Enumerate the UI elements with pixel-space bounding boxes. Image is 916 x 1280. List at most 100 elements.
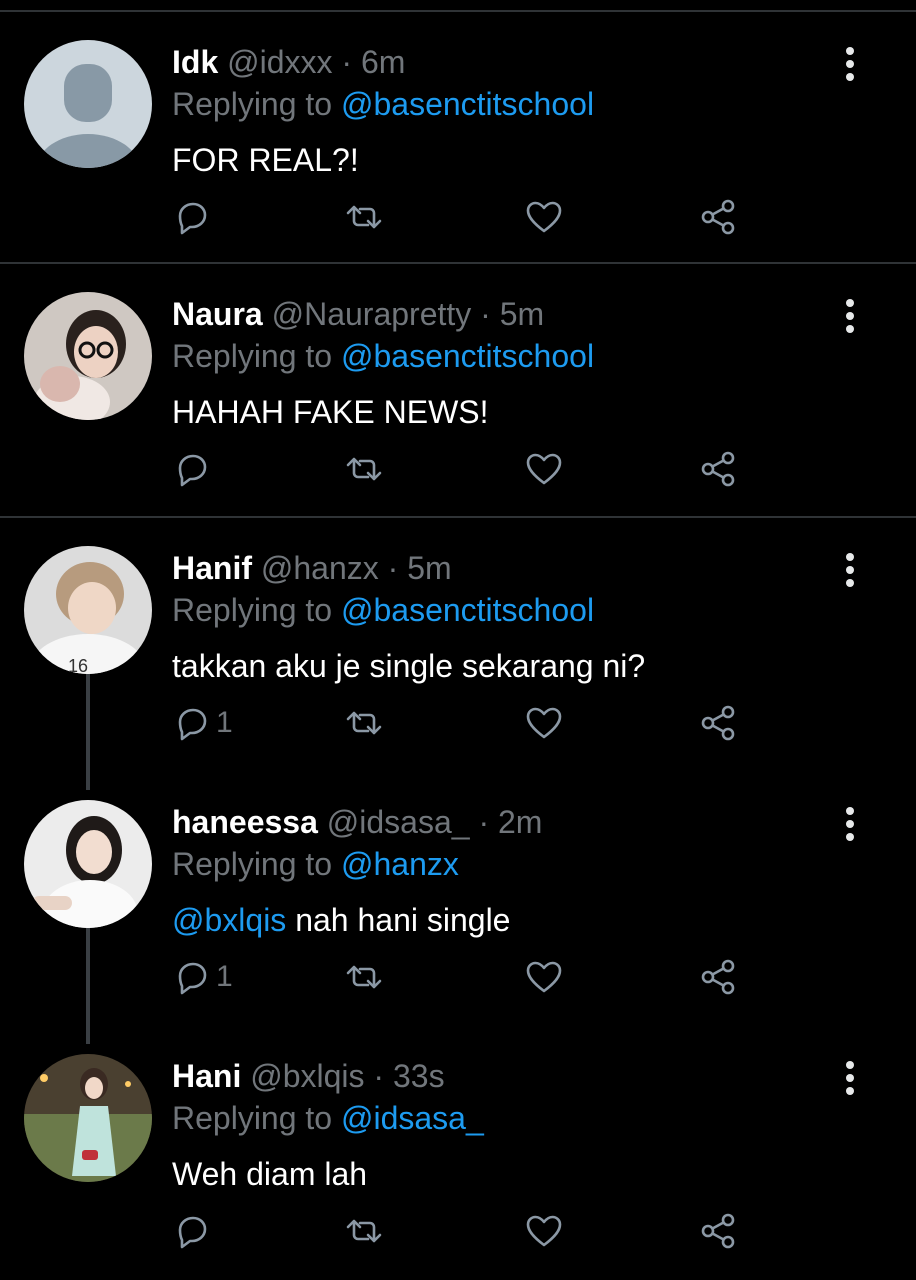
avatar[interactable] <box>24 1054 152 1182</box>
heart-icon <box>526 707 562 739</box>
replying-label: Replying to <box>172 592 333 628</box>
tweet-naura[interactable]: Naura @Naurapretty · 5m Replying to @bas… <box>0 264 916 518</box>
action-bar <box>172 444 772 494</box>
more-button[interactable] <box>836 46 864 82</box>
timestamp[interactable]: 6m <box>361 44 405 80</box>
tweet-hani[interactable]: Hani @bxlqis · 33s Replying to @idsasa_ … <box>0 1026 916 1280</box>
user-handle[interactable]: @idxxx <box>227 44 332 80</box>
replying-to-link[interactable]: @basenctitschool <box>341 338 594 374</box>
share-button[interactable] <box>698 698 738 748</box>
heart-icon <box>526 453 562 485</box>
timestamp[interactable]: 33s <box>393 1058 445 1094</box>
reply-button[interactable] <box>172 1206 216 1256</box>
action-bar <box>172 192 772 242</box>
tweet-text-content: takkan aku je single sekarang ni? <box>172 648 646 684</box>
replying-to-link[interactable]: @idsasa_ <box>341 1100 484 1136</box>
retweet-icon <box>346 965 382 989</box>
tweet-text: HAHAH FAKE NEWS! <box>172 390 489 434</box>
replying-label: Replying to <box>172 86 333 122</box>
timestamp[interactable]: 5m <box>407 550 451 586</box>
more-button[interactable] <box>836 1060 864 1096</box>
tweet-text-content: Weh diam lah <box>172 1156 368 1192</box>
retweet-icon <box>346 457 382 481</box>
display-name[interactable]: Hanif <box>172 550 252 586</box>
retweet-button[interactable] <box>344 192 384 242</box>
reply-icon <box>178 202 207 235</box>
tweet-text: @bxlqis nah hani single <box>172 898 510 942</box>
tweet-idk[interactable]: Idk @idxxx · 6m Replying to @basenctitsc… <box>0 12 916 264</box>
display-name[interactable]: haneessa <box>172 804 318 840</box>
tweet-text-content: FOR REAL?! <box>172 142 359 178</box>
replying-to-link[interactable]: @basenctitschool <box>341 592 594 628</box>
replying-to-link[interactable]: @hanzx <box>341 846 459 882</box>
tweet-header: Hani @bxlqis · 33s <box>172 1054 445 1098</box>
tweet-text: Weh diam lah <box>172 1152 367 1196</box>
avatar[interactable] <box>24 800 152 928</box>
tweet-text-content: HAHAH FAKE NEWS! <box>172 394 489 430</box>
tweet-hanif[interactable]: 16 Hanif @hanzx · 5m Replying to @basenc… <box>0 518 916 772</box>
more-button[interactable] <box>836 298 864 334</box>
tweet-text: FOR REAL?! <box>172 138 359 182</box>
user-handle[interactable]: @hanzx <box>261 550 379 586</box>
retweet-icon <box>346 205 382 229</box>
more-button[interactable] <box>836 806 864 842</box>
separator: · <box>480 296 491 332</box>
tweet-mention-link[interactable]: @bxlqis <box>172 902 286 938</box>
heart-icon <box>526 201 562 233</box>
replying-label: Replying to <box>172 846 333 882</box>
tweet-text: takkan aku je single sekarang ni? <box>172 644 645 688</box>
reply-icon <box>178 962 207 995</box>
like-button[interactable] <box>524 952 564 1002</box>
more-vertical-icon <box>846 807 854 841</box>
share-button[interactable] <box>698 444 738 494</box>
retweet-button[interactable] <box>344 1206 384 1256</box>
retweet-button[interactable] <box>344 444 384 494</box>
share-button[interactable] <box>698 1206 738 1256</box>
display-name[interactable]: Naura <box>172 296 263 332</box>
avatar[interactable] <box>24 292 152 420</box>
share-icon <box>701 705 735 741</box>
display-name[interactable]: Hani <box>172 1058 241 1094</box>
reply-button[interactable] <box>172 444 216 494</box>
avatar[interactable]: 16 <box>24 546 152 674</box>
display-name[interactable]: Idk <box>172 44 218 80</box>
reply-button[interactable] <box>172 192 216 242</box>
like-button[interactable] <box>524 698 564 748</box>
like-button[interactable] <box>524 192 564 242</box>
more-button[interactable] <box>836 552 864 588</box>
tweet-haneessa[interactable]: haneessa @idsasa_ · 2m Replying to @hanz… <box>0 772 916 1026</box>
share-icon <box>701 1213 735 1249</box>
replying-to: Replying to @basenctitschool <box>172 334 594 378</box>
more-vertical-icon <box>846 47 854 81</box>
replying-to: Replying to @basenctitschool <box>172 82 594 126</box>
retweet-icon <box>346 1219 382 1243</box>
share-icon <box>701 451 735 487</box>
replying-label: Replying to <box>172 1100 333 1136</box>
share-icon <box>701 959 735 995</box>
timestamp[interactable]: 2m <box>498 804 542 840</box>
tweet-header: Hanif @hanzx · 5m <box>172 546 452 590</box>
retweet-icon <box>346 711 382 735</box>
replying-to-link[interactable]: @basenctitschool <box>341 86 594 122</box>
user-handle[interactable]: @bxlqis <box>250 1058 364 1094</box>
user-handle[interactable]: @Naurapretty <box>272 296 472 332</box>
like-button[interactable] <box>524 1206 564 1256</box>
reply-count: 1 <box>216 706 233 739</box>
share-button[interactable] <box>698 192 738 242</box>
reply-button[interactable]: 1 <box>172 698 233 748</box>
avatar-default[interactable] <box>24 40 152 168</box>
retweet-button[interactable] <box>344 952 384 1002</box>
heart-icon <box>526 961 562 993</box>
retweet-button[interactable] <box>344 698 384 748</box>
timestamp[interactable]: 5m <box>500 296 544 332</box>
reply-icon <box>178 454 207 487</box>
separator: · <box>478 804 490 840</box>
tweet-header: haneessa @idsasa_ · 2m <box>172 800 542 844</box>
user-handle[interactable]: @idsasa_ <box>327 804 470 840</box>
like-button[interactable] <box>524 444 564 494</box>
share-button[interactable] <box>698 952 738 1002</box>
reply-button[interactable]: 1 <box>172 952 233 1002</box>
svg-text:16: 16 <box>68 656 88 674</box>
tweet-text-content: nah hani single <box>295 902 511 938</box>
more-vertical-icon <box>846 299 854 333</box>
